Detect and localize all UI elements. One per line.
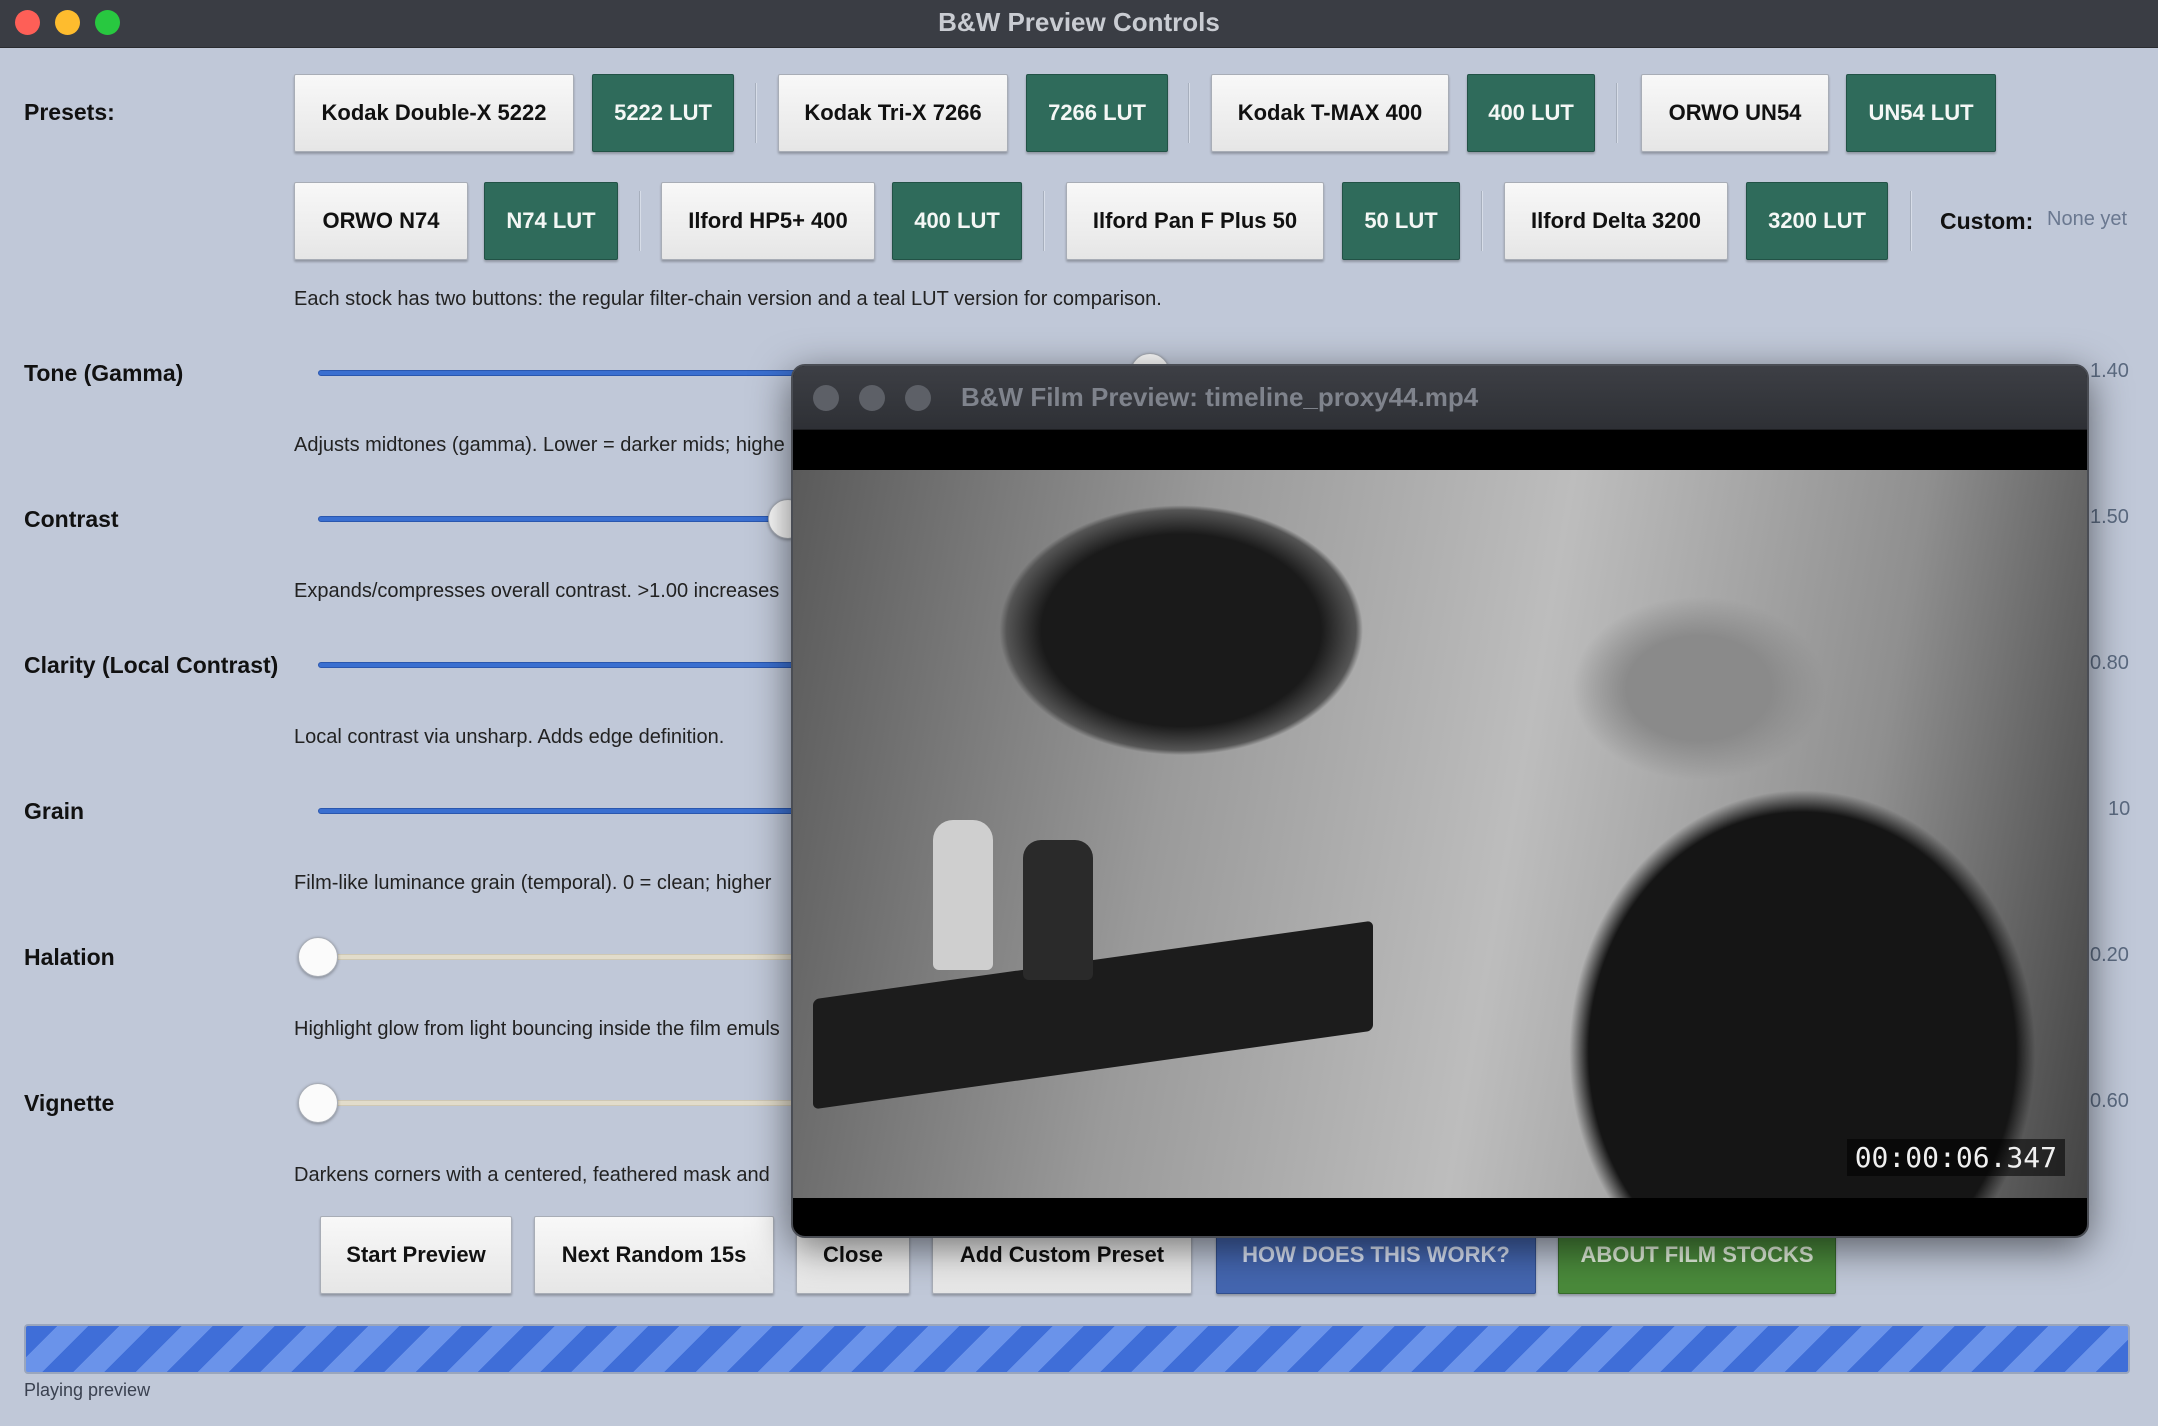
halation-label: Halation [24, 944, 115, 970]
progress-bar [24, 1324, 2130, 1374]
separator [1481, 191, 1483, 251]
video-bottle [1023, 840, 1093, 980]
tone-gamma-desc: Adjusts midtones (gamma). Lower = darker… [294, 434, 785, 456]
lut-7266-button[interactable]: 7266 LUT [1026, 74, 1168, 152]
vignette-value: 0.60 [2090, 1090, 2129, 1112]
window-title: B&W Preview Controls [938, 7, 1220, 37]
preview-window[interactable]: B&W Film Preview: timeline_proxy44.mp4 0… [791, 364, 2089, 1238]
video-timecode: 00:00:06.347 [1846, 1139, 2065, 1176]
lut-5222-button[interactable]: 5222 LUT [592, 74, 734, 152]
separator [755, 83, 757, 143]
presets-hint: Each stock has two buttons: the regular … [294, 288, 1162, 310]
preview-title-bar[interactable]: B&W Film Preview: timeline_proxy44.mp4 [793, 366, 2087, 430]
clarity-label: Clarity (Local Contrast) [24, 652, 279, 678]
contrast-desc: Expands/compresses overall contrast. >1.… [294, 580, 780, 602]
grain-desc: Film-like luminance grain (temporal). 0 … [294, 872, 772, 894]
clarity-desc: Local contrast via unsharp. Adds edge de… [294, 726, 725, 748]
next-random-button[interactable]: Next Random 15s [534, 1216, 774, 1294]
separator [1616, 83, 1618, 143]
video-bottle [933, 820, 993, 970]
preset-orwo-un54-button[interactable]: ORWO UN54 [1641, 74, 1829, 152]
status-text: Playing preview [24, 1380, 151, 1400]
preview-close-icon[interactable] [813, 385, 839, 411]
grain-value: 10 [2108, 798, 2131, 820]
contrast-label: Contrast [24, 506, 119, 532]
tone-gamma-value: 1.40 [2090, 360, 2129, 382]
custom-preset-value: None yet [2047, 208, 2128, 230]
contrast-value: 1.50 [2090, 506, 2129, 528]
vignette-knob[interactable] [298, 1083, 338, 1123]
preview-maximize-icon[interactable] [905, 385, 931, 411]
lut-400-tmax-button[interactable]: 400 LUT [1467, 74, 1595, 152]
halation-desc: Highlight glow from light bouncing insid… [294, 1018, 780, 1040]
grain-label: Grain [24, 798, 85, 824]
lut-un54-button[interactable]: UN54 LUT [1846, 74, 1996, 152]
lut-n74-button[interactable]: N74 LUT [484, 182, 618, 260]
main-window: B&W Preview Controls Presets: Kodak Doub… [0, 0, 2158, 1426]
title-bar: B&W Preview Controls [0, 0, 2158, 48]
separator [1188, 83, 1190, 143]
custom-label: Custom: [1940, 208, 2034, 234]
preset-ilford-pan-f-button[interactable]: Ilford Pan F Plus 50 [1066, 182, 1324, 260]
separator [639, 191, 641, 251]
tone-gamma-label: Tone (Gamma) [24, 360, 184, 386]
separator [1910, 191, 1912, 251]
video-frame: 00:00:06.347 [793, 470, 2087, 1198]
preset-ilford-hp5-button[interactable]: Ilford HP5+ 400 [661, 182, 875, 260]
lut-50-button[interactable]: 50 LUT [1342, 182, 1460, 260]
start-preview-button[interactable]: Start Preview [320, 1216, 512, 1294]
preset-orwo-n74-button[interactable]: ORWO N74 [294, 182, 468, 260]
preset-kodak-tmax-button[interactable]: Kodak T-MAX 400 [1211, 74, 1449, 152]
video-shelf [813, 920, 1373, 1110]
preset-ilford-delta-button[interactable]: Ilford Delta 3200 [1504, 182, 1728, 260]
preview-title: B&W Film Preview: timeline_proxy44.mp4 [961, 382, 1479, 412]
preset-kodak-double-x-button[interactable]: Kodak Double-X 5222 [294, 74, 574, 152]
lut-400-hp5-button[interactable]: 400 LUT [892, 182, 1022, 260]
separator [1043, 191, 1045, 251]
clarity-value: 0.80 [2090, 652, 2129, 674]
vignette-desc: Darkens corners with a centered, feather… [294, 1164, 770, 1186]
vignette-label: Vignette [24, 1090, 115, 1116]
preset-kodak-tri-x-button[interactable]: Kodak Tri-X 7266 [778, 74, 1008, 152]
preview-minimize-icon[interactable] [859, 385, 885, 411]
halation-knob[interactable] [298, 937, 338, 977]
presets-label: Presets: [24, 99, 115, 125]
halation-value: 0.20 [2090, 944, 2129, 966]
lut-3200-button[interactable]: 3200 LUT [1746, 182, 1888, 260]
